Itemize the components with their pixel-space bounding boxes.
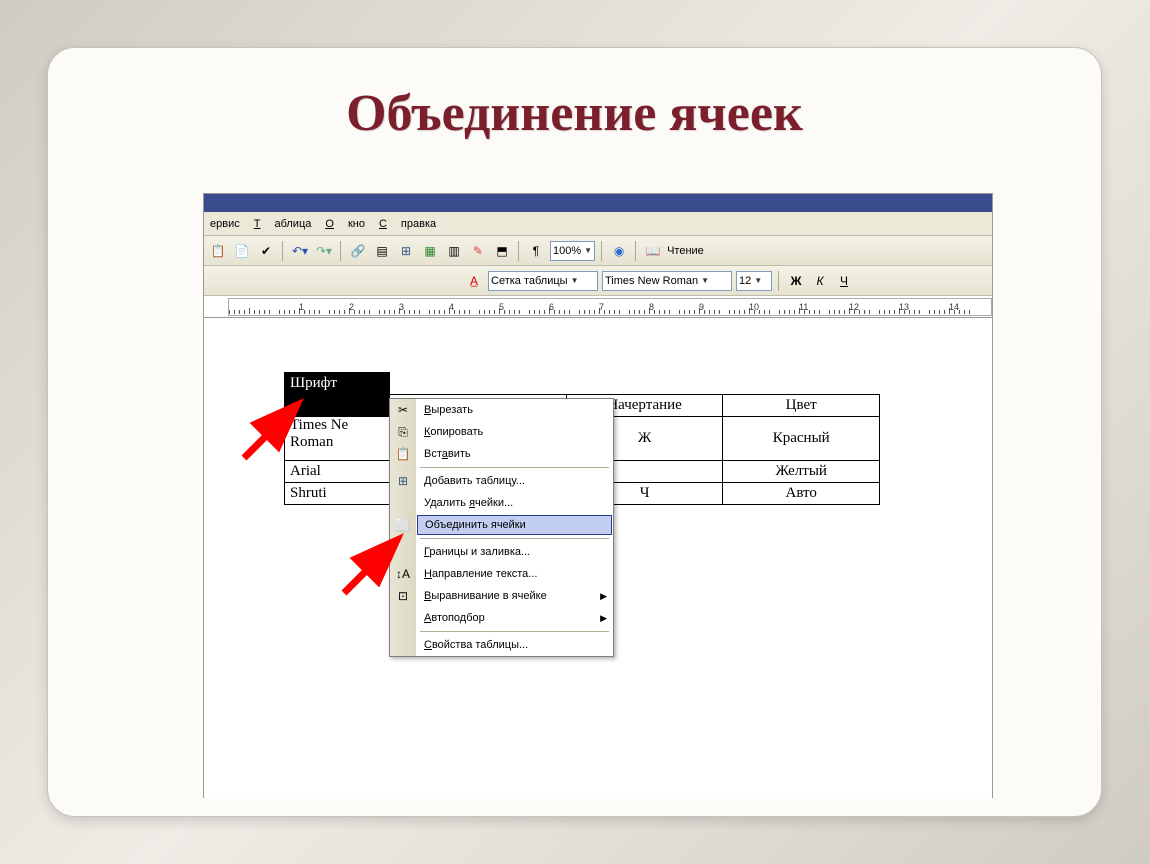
- clipboard-tool-icon[interactable]: 📄: [232, 241, 252, 261]
- table-cell[interactable]: Красный: [723, 417, 880, 461]
- ctx-table-properties[interactable]: Свойства таблицы...: [390, 634, 613, 656]
- menubar[interactable]: ервис Таблица Окно Справка: [204, 212, 992, 236]
- menu-service[interactable]: ервис: [210, 218, 240, 230]
- separator: [518, 241, 520, 261]
- redo-icon[interactable]: ↷▾: [314, 241, 334, 261]
- ruler-track: 1234567891011121314: [228, 298, 992, 316]
- ctx-borders-shading[interactable]: Границы и заливка...: [390, 541, 613, 563]
- insert-table-icon[interactable]: ⊞: [396, 241, 416, 261]
- blank-icon: [390, 607, 416, 629]
- style-value: Сетка таблицы: [491, 275, 568, 287]
- blank-icon: [390, 492, 416, 514]
- copy-icon: ⎘: [390, 421, 416, 443]
- document-area[interactable]: Шрифт Размер Начертание Цвет Times NeRom…: [204, 318, 992, 799]
- separator: [778, 271, 780, 291]
- chevron-down-icon: ▼: [584, 246, 592, 255]
- document-map-icon[interactable]: ⬒: [492, 241, 512, 261]
- slide-frame: Объединение ячеек ервис Таблица Окно Спр…: [47, 47, 1102, 817]
- ctx-paste[interactable]: 📋 Вставить: [390, 443, 613, 465]
- submenu-arrow-icon: ▶: [600, 613, 607, 624]
- blank-icon: [390, 634, 416, 656]
- formatting-toolbar: A̲ Сетка таблицы ▼ Times New Roman ▼ 12 …: [204, 266, 992, 296]
- tables-borders-icon[interactable]: ▤: [372, 241, 392, 261]
- font-color-icon[interactable]: A̲: [464, 271, 484, 291]
- separator: [601, 241, 603, 261]
- ctx-merge-cells[interactable]: ⬜ Объединить ячейки: [390, 514, 613, 536]
- context-menu[interactable]: ✂ Вырезать ⎘ Копировать 📋 Вставить ⊞ Доб…: [389, 398, 614, 657]
- word-screenshot: ервис Таблица Окно Справка 📋 📄 ✔ ↶▾ ↷▾ 🔗…: [203, 193, 993, 798]
- columns-icon[interactable]: ▥: [444, 241, 464, 261]
- menu-window[interactable]: Окно: [325, 218, 365, 230]
- format-painter-icon[interactable]: ✔: [256, 241, 276, 261]
- zoom-value: 100%: [553, 245, 581, 257]
- selected-cell[interactable]: Шрифт: [285, 373, 390, 395]
- annotation-arrow-2: [334, 533, 414, 603]
- separator: [340, 241, 342, 261]
- menu-help[interactable]: Справка: [379, 218, 436, 230]
- annotation-arrow-1: [234, 398, 314, 468]
- menu-table[interactable]: Таблица: [254, 218, 312, 230]
- empty-cell[interactable]: [390, 373, 880, 395]
- insert-excel-icon[interactable]: ▦: [420, 241, 440, 261]
- cut-icon: ✂: [390, 399, 416, 421]
- font-value: Times New Roman: [605, 275, 698, 287]
- slide-title: Объединение ячеек: [48, 84, 1101, 143]
- separator: [635, 241, 637, 261]
- table-row[interactable]: Шрифт: [285, 373, 880, 395]
- table-icon: ⊞: [390, 470, 416, 492]
- paste-icon: 📋: [390, 443, 416, 465]
- show-formatting-icon[interactable]: ¶: [526, 241, 546, 261]
- italic-button[interactable]: К: [810, 271, 830, 291]
- ctx-text-direction[interactable]: ↕A Направление текста...: [390, 563, 613, 585]
- ctx-copy[interactable]: ⎘ Копировать: [390, 421, 613, 443]
- ctx-cut[interactable]: ✂ Вырезать: [390, 399, 613, 421]
- table-cell[interactable]: Желтый: [723, 461, 880, 483]
- table-cell[interactable]: Авто: [723, 483, 880, 505]
- size-combo[interactable]: 12 ▼: [736, 271, 772, 291]
- ctx-insert-table[interactable]: ⊞ Добавить таблицу...: [390, 470, 613, 492]
- size-value: 12: [739, 275, 751, 287]
- zoom-combo[interactable]: 100% ▼: [550, 241, 595, 261]
- hyperlink-icon[interactable]: 🔗: [348, 241, 368, 261]
- reading-button[interactable]: Чтение: [667, 245, 704, 257]
- table-cell[interactable]: Shruti: [285, 483, 390, 505]
- standard-toolbar: 📋 📄 ✔ ↶▾ ↷▾ 🔗 ▤ ⊞ ▦ ▥ ✎ ⬒ ¶ 100% ▼ ◉ 📖 Ч…: [204, 236, 992, 266]
- style-combo[interactable]: Сетка таблицы ▼: [488, 271, 598, 291]
- chevron-down-icon: ▼: [701, 276, 709, 285]
- font-combo[interactable]: Times New Roman ▼: [602, 271, 732, 291]
- undo-icon[interactable]: ↶▾: [290, 241, 310, 261]
- chevron-down-icon: ▼: [754, 276, 762, 285]
- bold-button[interactable]: Ж: [786, 271, 806, 291]
- ctx-cell-alignment[interactable]: ⊡ Выравнивание в ячейке ▶: [390, 585, 613, 607]
- paste-icon[interactable]: 📋: [208, 241, 228, 261]
- drawing-icon[interactable]: ✎: [468, 241, 488, 261]
- chevron-down-icon: ▼: [571, 276, 579, 285]
- help-icon[interactable]: ◉: [609, 241, 629, 261]
- ctx-autofit[interactable]: Автоподбор ▶: [390, 607, 613, 629]
- ctx-delete-cells[interactable]: Удалить ячейки...: [390, 492, 613, 514]
- underline-button[interactable]: Ч: [834, 271, 854, 291]
- horizontal-ruler[interactable]: 1234567891011121314: [204, 296, 992, 318]
- reading-layout-icon[interactable]: 📖: [643, 241, 663, 261]
- submenu-arrow-icon: ▶: [600, 591, 607, 602]
- header-cell[interactable]: Цвет: [723, 395, 880, 417]
- separator: [282, 241, 284, 261]
- title-bar: [204, 194, 992, 212]
